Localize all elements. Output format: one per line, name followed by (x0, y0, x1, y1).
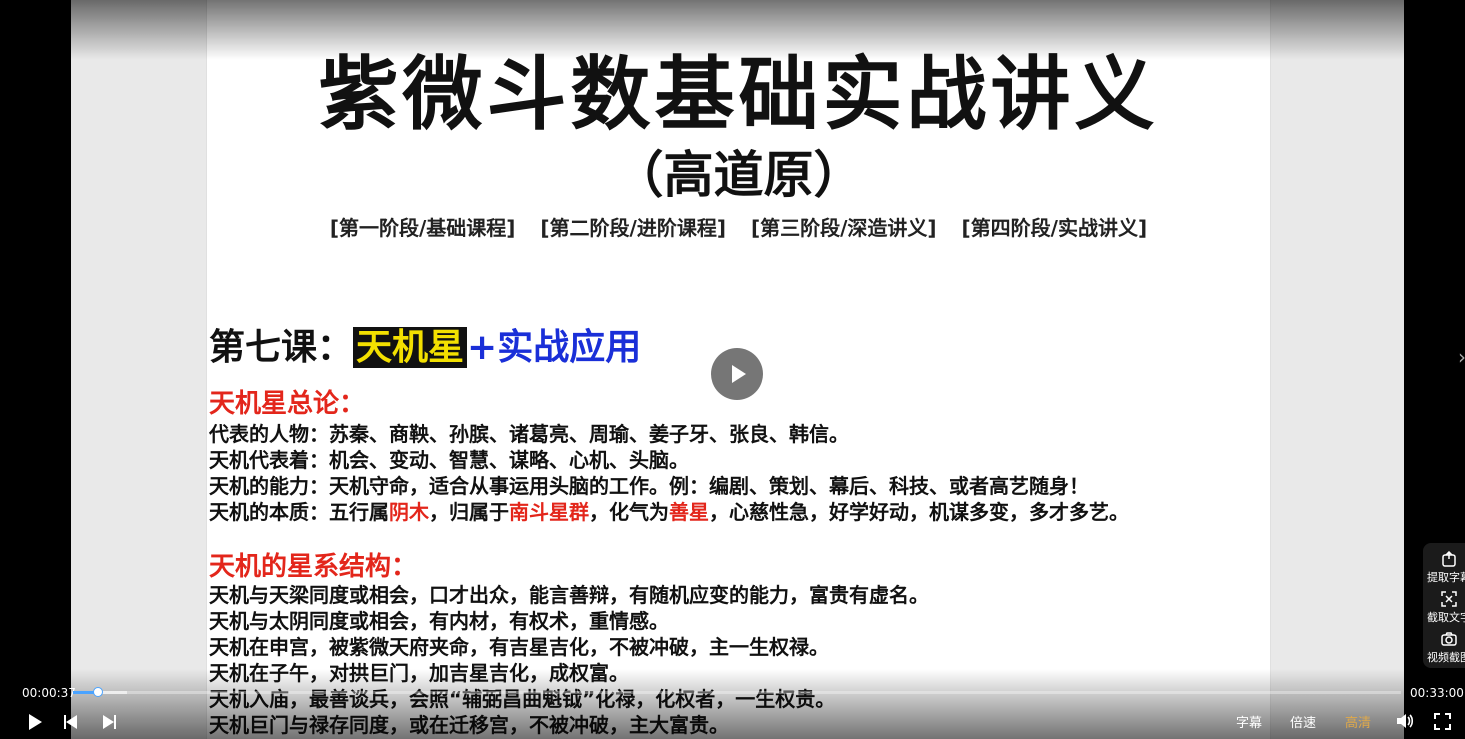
speed-button[interactable]: 倍速 (1290, 712, 1316, 731)
next-icon[interactable] (99, 712, 119, 732)
current-time: 00:00:37 (22, 686, 76, 700)
side-label: 截取文字 (1427, 611, 1465, 624)
side-tool-panel: 提取字幕 截取文字 视频截图 (1423, 543, 1465, 668)
line-label: 天机的能力： (209, 474, 329, 498)
extract-subtitle-button[interactable]: 提取字幕 (1423, 551, 1465, 585)
overview-line: 代表的人物：苏秦、商鞅、孙膑、诸葛亮、周瑜、姜子牙、张良、韩信。 (209, 418, 849, 447)
center-play-button[interactable] (711, 348, 763, 400)
side-label: 视频截图 (1427, 651, 1465, 664)
structure-line: 天机与太阴同度或相会，有内材，有权术，重情感。 (209, 609, 669, 633)
extract-icon (1442, 551, 1456, 567)
lesson-heading: 第七课：天机星+实战应用 (209, 318, 641, 370)
essence-part: ，心慈性急，好学好动，机谋多变，多才多艺。 (709, 500, 1129, 524)
essence-part: ，归属于 (429, 500, 509, 524)
section-title-structure: 天机的星系结构： (209, 552, 418, 582)
chevron-right-icon[interactable]: › (1458, 345, 1465, 369)
play-icon[interactable] (24, 712, 44, 732)
essence-highlight: 南斗星群 (509, 500, 589, 524)
structure-line: 天机在申宫，被紫微天府夹命，有吉星吉化，不被冲破，主一生权禄。 (209, 635, 829, 659)
section-title-overview: 天机星总论： (209, 389, 366, 419)
fullscreen-icon[interactable] (1434, 713, 1451, 730)
side-label: 提取字幕 (1427, 571, 1465, 584)
volume-icon[interactable] (1395, 712, 1415, 730)
progress-bar[interactable] (73, 691, 1401, 694)
quality-button[interactable]: 高清 (1345, 712, 1371, 731)
slide-title: 紫微斗数基础实战讲义 (318, 48, 1159, 141)
essence-highlight: 善星 (669, 500, 709, 524)
capture-text-button[interactable]: 截取文字 (1423, 591, 1465, 625)
previous-icon[interactable] (61, 712, 81, 732)
lesson-suffix: +实战应用 (467, 327, 642, 368)
lesson-highlight: 天机星 (353, 327, 468, 368)
stage-1: [第一阶段/基础课程] (329, 216, 516, 240)
essence-part: 天机的本质：五行属 (209, 500, 389, 524)
overview-line: 天机的能力：天机守命，适合从事运用头脑的工作。例：编剧、策划、幕后、科技、或者高… (209, 470, 1089, 499)
stage-4: [第四阶段/实战讲义] (961, 216, 1148, 240)
essence-highlight: 阴木 (389, 500, 429, 524)
structure-line: 天机巨门与禄存同度，或在迁移宫，不被冲破，主大富贵。 (209, 713, 729, 737)
essence-part: ，化气为 (589, 500, 669, 524)
overview-line: 天机代表着：机会、变动、智慧、谋略、心机、头脑。 (209, 444, 689, 473)
essence-line: 天机的本质：五行属阴木，归属于南斗星群，化气为善星，心慈性急，好学好动，机谋多变… (209, 496, 1129, 525)
structure-line: 天机在子午，对拱巨门，加吉星吉化，成权富。 (209, 661, 629, 685)
line-label: 天机代表着： (209, 448, 329, 472)
line-label: 代表的人物： (209, 422, 329, 446)
structure-line: 天机与天梁同度或相会，口才出众，能言善辩，有随机应变的能力，富贵有虚名。 (209, 583, 929, 607)
stage-list: [第一阶段/基础课程] [第二阶段/进阶课程] [第三阶段/深造讲义] [第四阶… (207, 212, 1270, 241)
line-text: 苏秦、商鞅、孙膑、诸葛亮、周瑜、姜子牙、张良、韩信。 (329, 422, 849, 446)
slide-subtitle: （高道原） (613, 146, 864, 204)
stage-2: [第二阶段/进阶课程] (540, 216, 727, 240)
camera-icon (1441, 632, 1457, 646)
subtitle-button[interactable]: 字幕 (1236, 712, 1262, 731)
structure-line: 天机入庙，最善谈兵，会照“辅弼昌曲魁钺”化禄，化权者，一生权贵。 (209, 687, 836, 711)
total-time: 00:33:00 (1410, 686, 1464, 700)
line-text: 天机守命，适合从事运用头脑的工作。例：编剧、策划、幕后、科技、或者高艺随身！ (329, 474, 1089, 498)
video-screenshot-button[interactable]: 视频截图 (1423, 631, 1465, 665)
stage-3: [第三阶段/深造讲义] (750, 216, 937, 240)
scan-text-icon (1441, 591, 1457, 607)
lesson-prefix: 第七课： (209, 327, 354, 368)
line-text: 机会、变动、智慧、谋略、心机、头脑。 (329, 448, 689, 472)
